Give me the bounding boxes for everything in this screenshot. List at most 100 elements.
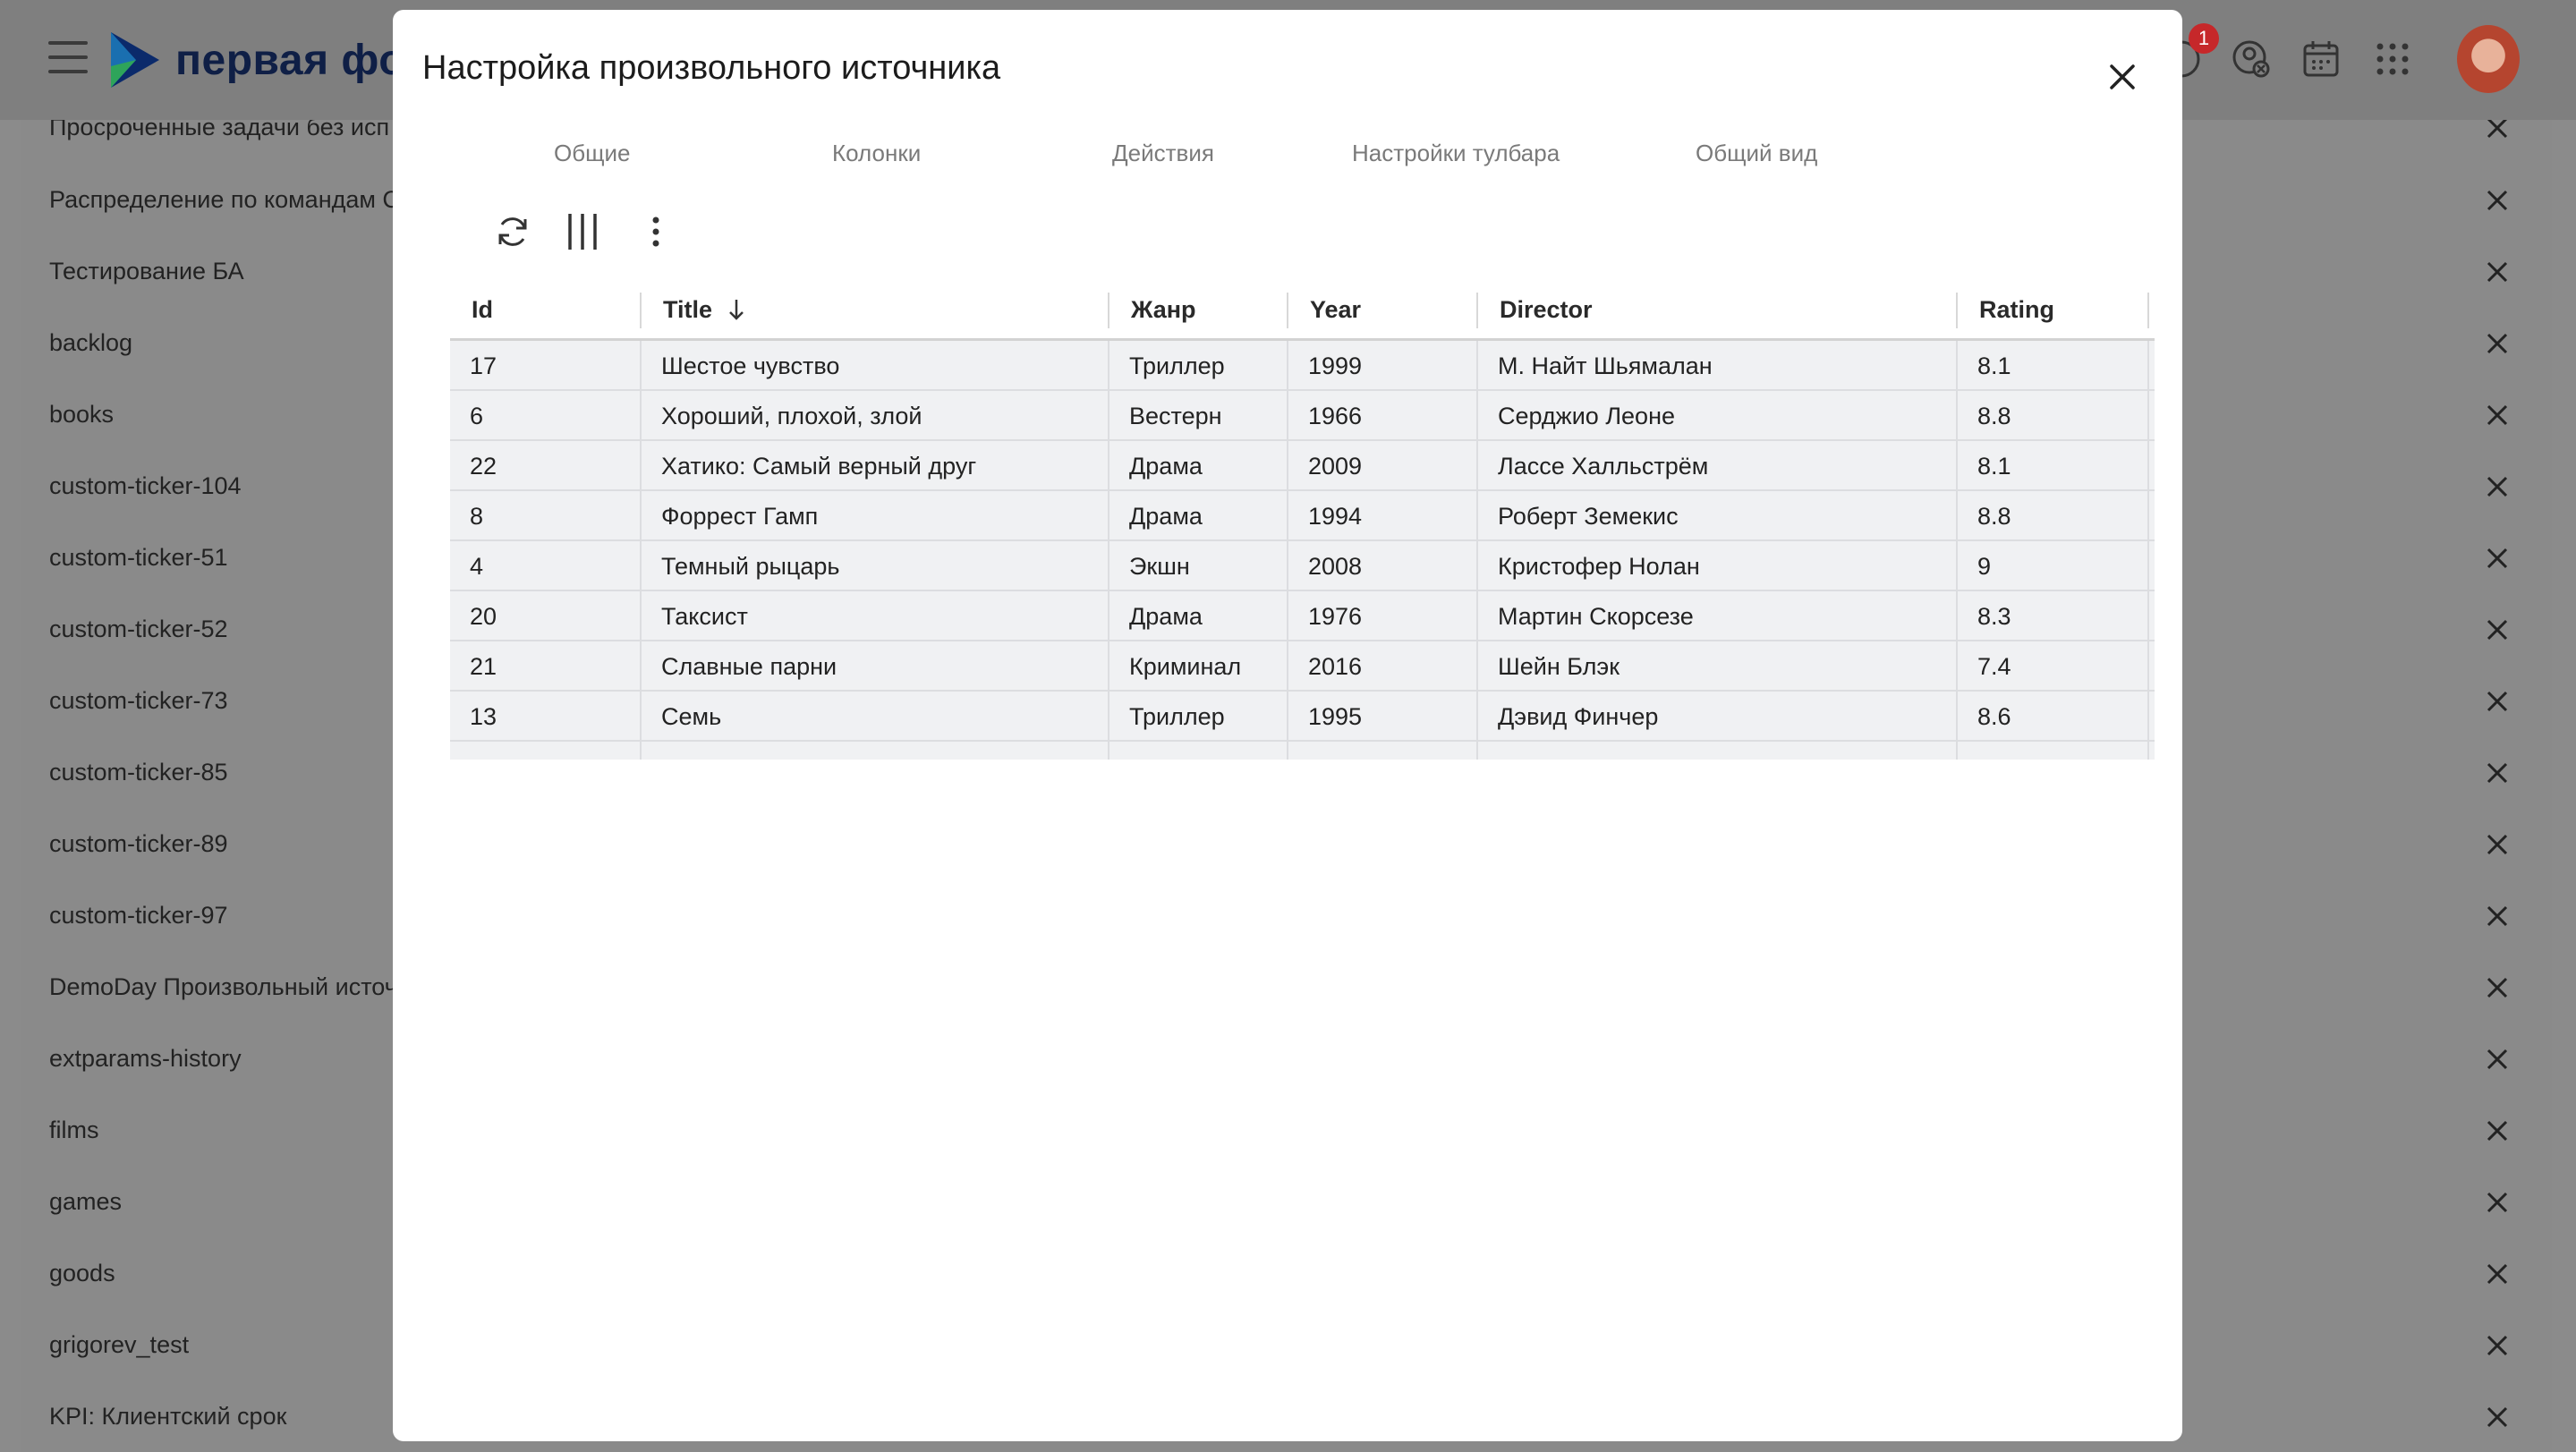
cell-title: Семь [642, 692, 1109, 742]
cell-genre: Криминал [1109, 641, 1288, 692]
column-header-year[interactable]: Year [1288, 280, 1478, 339]
cell-director: Мартин Скорсезе [1478, 591, 1958, 641]
cell-genre: Триллер [1109, 692, 1288, 742]
dialog-title: Настройка произвольного источника [422, 49, 1001, 87]
menu-icon[interactable] [48, 41, 88, 73]
cell-title: Таксист [642, 591, 1109, 641]
close-icon[interactable] [2483, 1188, 2512, 1217]
tab-appearance[interactable]: Общий вид [1696, 140, 1817, 167]
cell-rating: 7.4 [1958, 641, 2149, 692]
close-icon[interactable] [2483, 1331, 2512, 1360]
refresh-icon [498, 217, 527, 246]
close-icon[interactable] [2483, 472, 2512, 501]
cell-year: 1995 [1288, 692, 1478, 742]
cell-rating: 8.6 [1958, 692, 2149, 742]
more-vertical-icon [652, 217, 659, 247]
cell-id: 17 [450, 341, 642, 391]
column-header-title[interactable]: Title [642, 280, 1109, 339]
column-header-id[interactable]: Id [450, 280, 642, 339]
table-row[interactable]: 17 Шестое чувство Триллер 1999 М. Найт Ш… [450, 341, 2155, 391]
close-icon[interactable] [2483, 329, 2512, 358]
close-icon[interactable] [2483, 401, 2512, 429]
table-row[interactable]: 22 Хатико: Самый верный друг Драма 2009 … [450, 441, 2155, 491]
cell-year: 1994 [1288, 491, 1478, 541]
cell-rating: 8.1 [1958, 441, 2149, 491]
cell-title: Славные парни [642, 641, 1109, 692]
cell-id: 13 [450, 692, 642, 742]
close-icon[interactable] [2483, 902, 2512, 930]
column-header-director[interactable]: Director [1478, 280, 1958, 339]
close-icon[interactable] [2483, 1117, 2512, 1145]
close-icon[interactable] [2483, 687, 2512, 716]
tab-toolbar-settings[interactable]: Настройки тулбара [1352, 140, 1560, 167]
close-icon[interactable] [2483, 616, 2512, 644]
close-icon[interactable] [2483, 120, 2512, 142]
table-row[interactable]: 20 Таксист Драма 1976 Мартин Скорсезе 8.… [450, 591, 2155, 641]
cell-genre: Триллер [1109, 341, 1288, 391]
cell-director: Шейн Блэк [1478, 641, 1958, 692]
cell-year: 1999 [1288, 341, 1478, 391]
cell-id: 6 [450, 391, 642, 441]
cell-title: Хатико: Самый верный друг [642, 441, 1109, 491]
cell-director: М. Найт Шьямалан [1478, 341, 1958, 391]
table-row[interactable]: 6 Хороший, плохой, злой Вестерн 1966 Сер… [450, 391, 2155, 441]
source-settings-dialog: Настройка произвольного источника Общие … [393, 10, 2182, 1441]
cell-director: Дэвид Финчер [1478, 692, 1958, 742]
cell-rating: 8.8 [1958, 491, 2149, 541]
close-icon[interactable] [2483, 973, 2512, 1002]
tab-actions[interactable]: Действия [1112, 140, 1214, 167]
cell-genre: Драма [1109, 491, 1288, 541]
cell-id: 4 [450, 541, 642, 591]
cell-year: 1966 [1288, 391, 1478, 441]
close-icon[interactable] [2483, 1403, 2512, 1431]
close-icon[interactable] [2483, 1045, 2512, 1074]
logo-icon [111, 32, 159, 88]
refresh-button[interactable] [486, 205, 540, 259]
more-options-button[interactable] [629, 205, 683, 259]
cell-year: 2009 [1288, 441, 1478, 491]
cell-title: Хороший, плохой, злой [642, 391, 1109, 441]
close-icon[interactable] [2483, 186, 2512, 215]
cell-director: Серджио Леоне [1478, 391, 1958, 441]
close-icon[interactable] [2483, 258, 2512, 286]
tab-general[interactable]: Общие [554, 140, 631, 167]
tab-columns[interactable]: Колонки [832, 140, 921, 167]
table-row[interactable]: 21 Славные парни Криминал 2016 Шейн Блэк… [450, 641, 2155, 692]
user-status-icon[interactable] [2226, 34, 2276, 84]
columns-button[interactable] [556, 205, 609, 259]
apps-grid-icon[interactable] [2368, 34, 2418, 84]
cell-title: Шестое чувство [642, 341, 1109, 391]
cell-year: 2016 [1288, 641, 1478, 692]
cell-rating: 8.3 [1958, 591, 2149, 641]
table-row[interactable]: 4 Темный рыцарь Экшн 2008 Кристофер Нола… [450, 541, 2155, 591]
cell-id: 21 [450, 641, 642, 692]
notification-badge: 1 [2189, 23, 2219, 54]
table-row[interactable]: 13 Семь Триллер 1995 Дэвид Финчер 8.6 [450, 692, 2155, 742]
avatar[interactable] [2457, 25, 2520, 93]
cell-id: 22 [450, 441, 642, 491]
cell-rating: 9 [1958, 541, 2149, 591]
cell-id: 8 [450, 491, 642, 541]
table-row[interactable] [450, 742, 2155, 760]
table-header: Id Title Жанр Year Director Rating [450, 280, 2155, 341]
close-icon[interactable] [2483, 830, 2512, 859]
close-icon[interactable] [2103, 57, 2142, 97]
close-icon[interactable] [2483, 544, 2512, 573]
close-icon[interactable] [2483, 759, 2512, 787]
cell-genre: Экшн [1109, 541, 1288, 591]
columns-icon [568, 214, 597, 250]
cell-director: Кристофер Нолан [1478, 541, 1958, 591]
data-table: Id Title Жанр Year Director Rating 17 Ше… [450, 280, 2155, 760]
table-row[interactable]: 8 Форрест Гамп Драма 1994 Роберт Земекис… [450, 491, 2155, 541]
cell-title: Форрест Гамп [642, 491, 1109, 541]
cell-director: Лассе Халльстрём [1478, 441, 1958, 491]
column-header-rating[interactable]: Rating [1958, 280, 2149, 339]
table-body: 17 Шестое чувство Триллер 1999 М. Найт Ш… [450, 341, 2155, 760]
logo[interactable]: первая фор [107, 30, 432, 89]
column-header-genre[interactable]: Жанр [1109, 280, 1288, 339]
cell-genre: Драма [1109, 591, 1288, 641]
calendar-icon[interactable] [2296, 34, 2346, 84]
cell-rating: 8.1 [1958, 341, 2149, 391]
sort-down-icon [729, 300, 744, 320]
close-icon[interactable] [2483, 1260, 2512, 1288]
